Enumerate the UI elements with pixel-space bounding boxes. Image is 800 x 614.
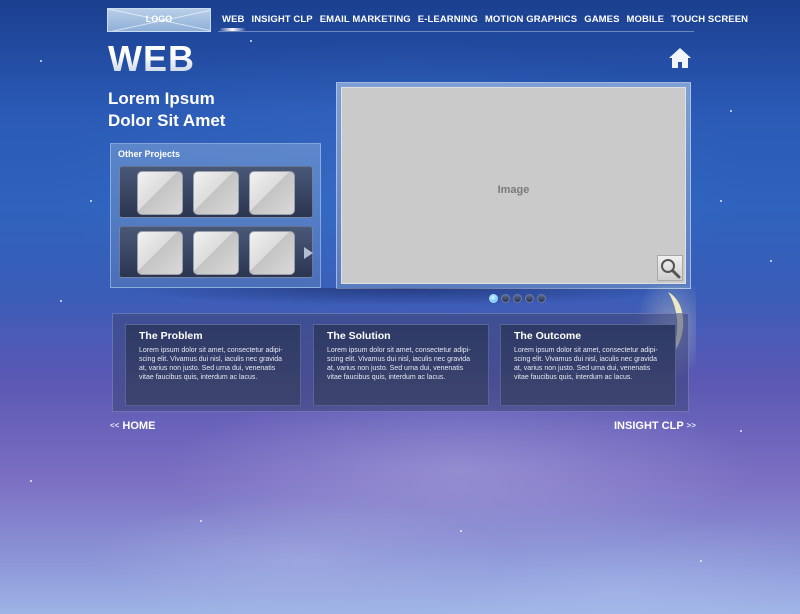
logo-text: LOGO (145, 14, 173, 24)
next-insight-clp-link[interactable]: INSIGHT CLP >> (614, 420, 696, 432)
slide-dot-3[interactable] (513, 294, 522, 303)
nav-item-touch-screen[interactable]: TOUCH SCREEN (667, 10, 751, 28)
card-body: Lorem ipsum dolor sit amet, consectetur … (514, 347, 658, 381)
featured-image-frame: Image (336, 82, 691, 289)
slide-pagination (489, 294, 546, 303)
nav-divider (218, 31, 694, 32)
card-body: Lorem ipsum dolor sit amet, consectetur … (327, 347, 471, 381)
home-icon[interactable] (668, 47, 692, 69)
card-title: The Outcome (514, 330, 582, 342)
project-thumbnail[interactable] (137, 231, 183, 275)
nav-item-email-marketing[interactable]: EMAIL MARKETING (316, 10, 414, 28)
logo[interactable]: LOGO (107, 8, 211, 32)
project-tray-row-2 (119, 226, 313, 278)
project-thumbnail[interactable] (249, 231, 295, 275)
next-link-label: INSIGHT CLP (614, 420, 684, 432)
slide-dot-5[interactable] (537, 294, 546, 303)
info-panel: The Problem Lorem ipsum dolor sit amet, … (112, 313, 689, 412)
main-nav: WEB INSIGHT CLP EMAIL MARKETING E-LEARNI… (218, 10, 748, 32)
arrow-right-icon[interactable] (304, 247, 313, 259)
other-projects-panel: Other Projects (110, 143, 321, 288)
project-thumbnail[interactable] (249, 171, 295, 215)
nav-item-insight-clp[interactable]: INSIGHT CLP (247, 10, 315, 28)
card-title: The Solution (327, 330, 391, 342)
project-thumbnail[interactable] (193, 231, 239, 275)
slide-dot-2[interactable] (501, 294, 510, 303)
nav-item-games[interactable]: GAMES (580, 10, 622, 28)
subtitle-line-2: Dolor Sit Amet (108, 111, 226, 130)
other-projects-title: Other Projects (118, 149, 181, 159)
info-card-problem: The Problem Lorem ipsum dolor sit amet, … (125, 324, 301, 406)
chevron-right-icon: >> (686, 421, 696, 430)
stage-shadow (120, 288, 690, 306)
back-link-label: HOME (122, 420, 156, 432)
image-placeholder-label: Image (497, 184, 530, 196)
project-thumbnail[interactable] (193, 171, 239, 215)
chevron-left-icon: << (110, 421, 120, 430)
back-home-link[interactable]: << HOME (110, 420, 155, 432)
card-body: Lorem ipsum dolor sit amet, consectetur … (139, 347, 283, 381)
slide-dot-4[interactable] (525, 294, 534, 303)
info-card-outcome: The Outcome Lorem ipsum dolor sit amet, … (500, 324, 676, 406)
project-thumbnail[interactable] (137, 171, 183, 215)
zoom-button[interactable] (657, 255, 683, 281)
subtitle-line-1: Lorem Ipsum (108, 89, 215, 108)
nav-item-web[interactable]: WEB (218, 10, 247, 31)
featured-image[interactable]: Image (341, 87, 686, 284)
card-title: The Problem (139, 330, 203, 342)
nav-item-motion-graphics[interactable]: MOTION GRAPHICS (481, 10, 580, 28)
page-title: WEB (108, 38, 195, 79)
project-tray-row-1 (119, 166, 313, 218)
info-card-solution: The Solution Lorem ipsum dolor sit amet,… (313, 324, 489, 406)
nav-item-e-learning[interactable]: E-LEARNING (414, 10, 481, 28)
page-subtitle: Lorem Ipsum Dolor Sit Amet (108, 88, 225, 132)
slide-dot-1[interactable] (489, 294, 498, 303)
magnifier-icon (661, 259, 681, 279)
nav-item-mobile[interactable]: MOBILE (623, 10, 668, 28)
